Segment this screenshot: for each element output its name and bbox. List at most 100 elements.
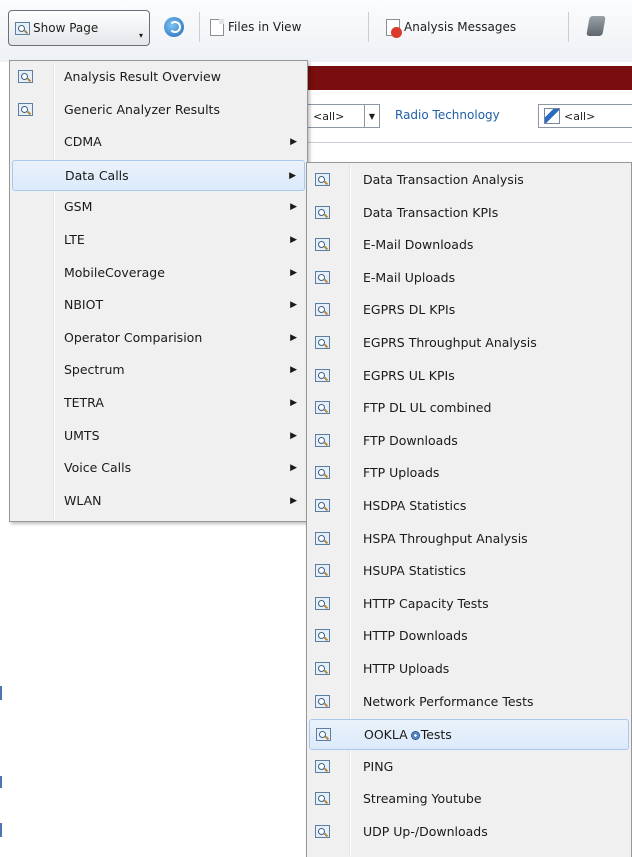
submenu-item[interactable]: E-Mail Uploads: [309, 263, 629, 294]
submenu-item-text: UDP Up-/Downloads: [363, 824, 488, 839]
submenu-item-label: FTP Uploads: [363, 465, 440, 481]
magnifier-icon: [315, 466, 330, 480]
submenu-item-text: EGPRS Throughput Analysis: [363, 335, 537, 350]
submenu-item[interactable]: UDP Up-/Downloads: [309, 817, 629, 848]
submenu-item-text: HTTP Capacity Tests: [363, 596, 489, 611]
menu-item-label: Analysis Result Overview: [64, 69, 221, 84]
submenu-arrow-icon: ▶: [290, 332, 297, 343]
menu-item-label: Voice Calls: [64, 460, 132, 476]
submenu-item-label: E-Mail Uploads: [363, 269, 456, 285]
submenu-item-text: HSDPA Statistics: [363, 498, 466, 513]
menu-item[interactable]: MobileCoverage ▶: [12, 258, 305, 289]
divider: [308, 142, 632, 143]
submenu-item-label: HSDPA Statistics: [363, 498, 467, 513]
submenu-item[interactable]: Streaming Youtube: [309, 784, 629, 815]
submenu-item[interactable]: HSDPA Statistics: [309, 491, 629, 522]
magnifier-icon: [315, 792, 330, 806]
menu-item[interactable]: Operator Comparision ▶: [12, 323, 305, 354]
menu-item-label: MobileCoverage: [64, 264, 165, 280]
submenu-item[interactable]: HSUPA Statistics: [309, 556, 629, 587]
menu-item-text: WLAN: [64, 493, 102, 508]
menu-item[interactable]: GSM ▶: [12, 192, 305, 223]
submenu-item[interactable]: FTP Downloads: [309, 426, 629, 457]
filter-combo[interactable]: <all> ▼: [304, 104, 380, 128]
submenu-item[interactable]: PING: [309, 752, 629, 783]
magnifier-icon: [315, 205, 330, 219]
files-in-view-button[interactable]: Files in View: [210, 10, 301, 44]
show-page-button[interactable]: Show Page ▾: [8, 10, 150, 46]
menu-item[interactable]: NBIOT ▶: [12, 290, 305, 321]
database-icon[interactable]: [586, 16, 606, 36]
menu-item-text: TETRA: [64, 395, 104, 410]
magnifier-icon: [315, 694, 330, 708]
submenu-item[interactable]: E-Mail Downloads: [309, 230, 629, 261]
submenu-item[interactable]: HSPA Throughput Analysis: [309, 524, 629, 555]
submenu-item[interactable]: FTP Uploads: [309, 458, 629, 489]
submenu-item-label: Network Performance Tests: [363, 693, 534, 709]
menu-item[interactable]: CDMA ▶: [12, 127, 305, 158]
toolbar-separator: [199, 12, 200, 42]
menu-item-text: GSM: [64, 199, 92, 214]
submenu-item[interactable]: HTTP Uploads: [309, 654, 629, 685]
menu-item[interactable]: Analysis Result Overview: [12, 62, 305, 93]
submenu-item-label: HTTP Capacity Tests: [363, 595, 489, 611]
submenu-item[interactable]: Data Transaction Analysis: [309, 165, 629, 196]
submenu-item[interactable]: Data Transaction KPIs: [309, 198, 629, 229]
submenu-arrow-icon: ▶: [290, 267, 297, 278]
analysis-messages-button[interactable]: Analysis Messages: [386, 10, 516, 44]
magnifier-icon: [316, 728, 331, 742]
menu-item[interactable]: TETRA ▶: [12, 388, 305, 419]
submenu-item[interactable]: FTP DL UL combined: [309, 393, 629, 424]
submenu-item-label: EGPRS Throughput Analysis: [363, 335, 537, 350]
data-calls-submenu: Data Transaction Analysis Data Transactio…: [306, 162, 632, 857]
submenu-item-label-suffix: Tests: [420, 727, 452, 743]
submenu-item-label: HSPA Throughput Analysis: [363, 530, 528, 546]
menu-item[interactable]: Data Calls ▶: [12, 159, 305, 191]
menu-item[interactable]: Spectrum ▶: [12, 355, 305, 386]
mouse-cursor-icon: [410, 731, 420, 741]
submenu-item[interactable]: Network Performance Tests: [309, 687, 629, 718]
submenu-item[interactable]: EGPRS Throughput Analysis: [309, 328, 629, 359]
submenu-item-text: EGPRS DL KPIs: [363, 302, 455, 317]
submenu-arrow-icon: ▶: [290, 365, 297, 376]
refresh-icon[interactable]: [164, 17, 184, 37]
edge-marker: [0, 776, 2, 788]
submenu-item-text: E-Mail Downloads: [363, 237, 473, 252]
submenu-arrow-icon: ▶: [290, 235, 297, 245]
menu-item-label: CDMA: [64, 134, 102, 150]
submenu-item[interactable]: EGPRS UL KPIs: [309, 361, 629, 392]
submenu-arrow-icon: ▶: [289, 170, 296, 181]
menu-item-text: Operator Comparision: [64, 330, 202, 345]
menu-item[interactable]: LTE ▶: [12, 225, 305, 256]
submenu-item[interactable]: OOKLA Tests: [309, 719, 629, 751]
submenu-arrow-icon: ▶: [290, 137, 297, 148]
magnifier-icon: [315, 662, 330, 675]
files-in-view-label: Files in View: [228, 20, 302, 34]
submenu-item-label: EGPRS UL KPIs: [363, 367, 455, 383]
menu-item-label: Spectrum: [64, 362, 125, 378]
menu-item-text: LTE: [64, 232, 85, 247]
menu-item-text: Spectrum: [64, 362, 125, 377]
submenu-item-label: E-Mail Downloads: [363, 237, 474, 253]
magnifier-icon: [315, 303, 330, 317]
menu-item-label: Operator Comparision: [64, 329, 203, 345]
menu-item[interactable]: UMTS ▶: [12, 421, 305, 452]
menu-item-text: MobileCoverage: [64, 265, 165, 280]
menu-item[interactable]: WLAN ▶: [12, 486, 305, 517]
magnifier-icon: [315, 629, 330, 643]
radio-technology-combo[interactable]: <all>: [538, 104, 632, 128]
submenu-item-label: UDP Up-/Downloads: [363, 824, 488, 839]
menu-item-text: Generic Analyzer Results: [64, 102, 220, 117]
submenu-item-text: OOKLA Tests: [364, 727, 452, 742]
submenu-item-text: HSUPA Statistics: [363, 563, 466, 578]
submenu-item-text: PING: [363, 759, 393, 774]
toolbar-separator: [368, 12, 369, 42]
dropdown-arrow-icon: ▾: [138, 31, 143, 40]
submenu-item[interactable]: EGPRS DL KPIs: [309, 295, 629, 326]
menu-item[interactable]: Voice Calls ▶: [12, 453, 305, 484]
submenu-item[interactable]: HTTP Capacity Tests: [309, 589, 629, 620]
menu-item[interactable]: Generic Analyzer Results: [12, 95, 305, 126]
submenu-item[interactable]: HTTP Downloads: [309, 621, 629, 652]
submenu-item-label: HSUPA Statistics: [363, 563, 466, 579]
magnifier-icon: [315, 238, 330, 252]
